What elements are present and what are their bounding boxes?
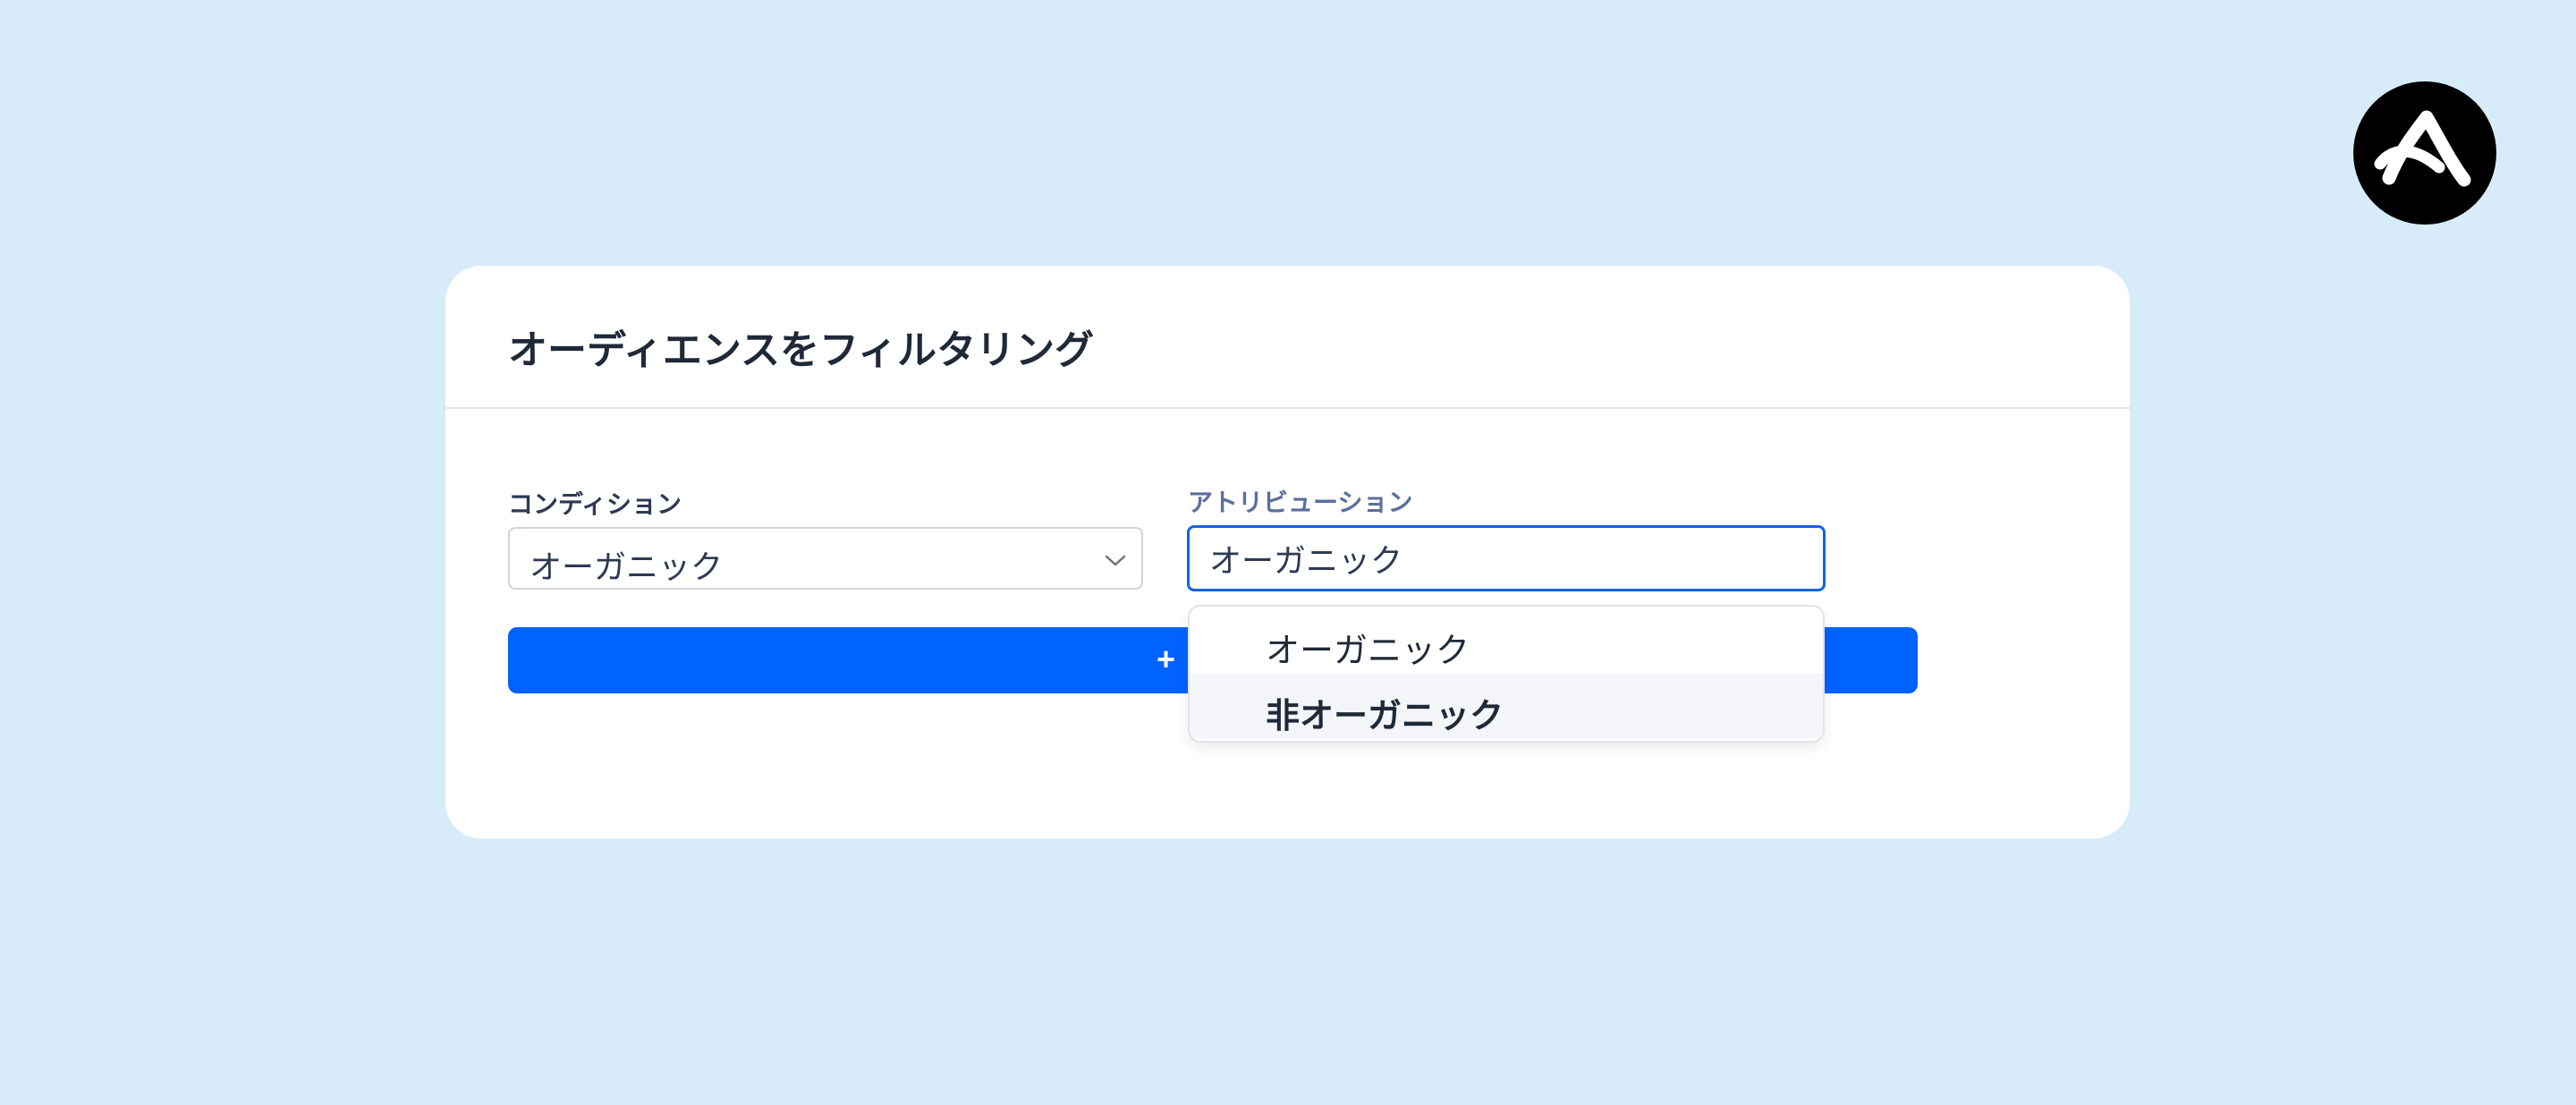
chevron-down-icon xyxy=(1105,555,1126,566)
filter-audience-card: オーディエンスをフィルタリング コンディション オーガニック アトリビューション… xyxy=(445,266,2130,838)
attribution-label: アトリビューション xyxy=(1188,488,1413,517)
condition-select-value: オーガニック xyxy=(530,549,724,586)
condition-label: コンディション xyxy=(508,489,682,519)
dropdown-option-non-organic[interactable]: 非オーガニック xyxy=(1190,674,1823,738)
dropdown-option-organic[interactable]: オーガニック xyxy=(1190,608,1823,673)
brand-logo-icon xyxy=(2353,81,2496,225)
card-title: オーディエンスをフィルタリング xyxy=(508,327,1095,373)
card-header: オーディエンスをフィルタリング xyxy=(445,266,2130,409)
condition-select[interactable]: オーガニック xyxy=(508,527,1143,590)
dropdown-option-label: オーガニック xyxy=(1266,631,1470,670)
attribution-dropdown: オーガニック 非オーガニック xyxy=(1188,605,1825,743)
dropdown-option-label: 非オーガニック xyxy=(1266,696,1504,735)
plus-icon: + xyxy=(1157,641,1176,677)
attribution-input[interactable] xyxy=(1187,525,1826,591)
